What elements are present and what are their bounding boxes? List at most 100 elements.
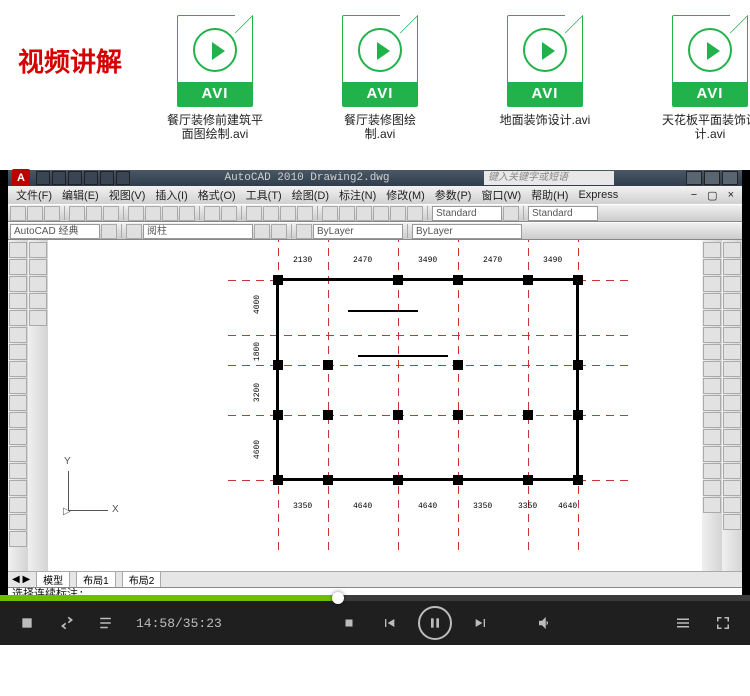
play-pause-button[interactable] <box>418 606 452 640</box>
circle-tool-icon[interactable] <box>9 327 27 343</box>
tb-properties-icon[interactable] <box>322 206 338 221</box>
tb-toolpalette-icon[interactable] <box>356 206 372 221</box>
block-tool-icon[interactable] <box>9 429 27 445</box>
ellipsearc-tool-icon[interactable] <box>9 395 27 411</box>
gradient-tool-icon[interactable] <box>9 480 27 496</box>
doc-restore-icon[interactable]: ▢ <box>703 189 721 202</box>
menu-modify[interactable]: 修改(M) <box>382 187 429 203</box>
dimspace-icon[interactable] <box>723 412 741 428</box>
tb-layerprev-icon[interactable] <box>271 224 287 239</box>
menu-parametric[interactable]: 参数(P) <box>431 187 476 203</box>
dimcontinue-icon[interactable] <box>723 395 741 411</box>
dimtextedit-icon[interactable] <box>723 497 741 513</box>
menu-insert[interactable]: 插入(I) <box>151 187 191 203</box>
explode-tool-icon[interactable] <box>703 497 721 513</box>
dimbaseline-icon[interactable] <box>723 378 741 394</box>
dimbreak-icon[interactable] <box>723 429 741 445</box>
menu-express[interactable]: Express <box>574 189 622 201</box>
qa-new-icon[interactable] <box>36 171 50 185</box>
mirror-tool-icon[interactable] <box>703 276 721 292</box>
fillet-tool-icon[interactable] <box>703 480 721 496</box>
tb-publish-icon[interactable] <box>103 206 119 221</box>
maximize-button[interactable] <box>704 171 720 185</box>
qa-undo-icon[interactable] <box>84 171 98 185</box>
break-tool-icon[interactable] <box>703 429 721 445</box>
video-file-item[interactable]: AVI 地面装饰设计.avi <box>495 15 595 141</box>
menu-help[interactable]: 帮助(H) <box>527 187 572 203</box>
rotate-tool-icon[interactable] <box>703 344 721 360</box>
close-button[interactable] <box>722 171 738 185</box>
workspace-combo[interactable]: AutoCAD 经典 <box>10 224 100 239</box>
video-file-item[interactable]: AVI 天花板平面装饰设计.avi <box>660 15 750 141</box>
chamfer-tool-icon[interactable] <box>703 463 721 479</box>
prev-button[interactable] <box>378 612 400 634</box>
tb-zoomprev-icon[interactable] <box>297 206 313 221</box>
playlist-button[interactable] <box>96 612 118 634</box>
trim-tool-icon[interactable] <box>703 395 721 411</box>
tb-save-icon[interactable] <box>44 206 60 221</box>
menu-edit[interactable]: 编辑(E) <box>58 187 103 203</box>
dimupdate-icon[interactable] <box>723 514 741 530</box>
ellipse-tool-icon[interactable] <box>9 378 27 394</box>
scale-tool-icon[interactable] <box>703 361 721 377</box>
tb-textstyle-icon[interactable] <box>503 206 519 221</box>
stop2-button[interactable] <box>338 612 360 634</box>
order4-icon[interactable] <box>29 293 47 309</box>
video-file-item[interactable]: AVI 餐厅装修图绘制.avi <box>330 15 430 141</box>
tb-zoom-icon[interactable] <box>263 206 279 221</box>
tb-copy-icon[interactable] <box>145 206 161 221</box>
order2-icon[interactable] <box>29 259 47 275</box>
polygon-tool-icon[interactable] <box>9 276 27 292</box>
dimordinate-icon[interactable] <box>723 293 741 309</box>
stretch-tool-icon[interactable] <box>703 378 721 394</box>
doc-minimize-icon[interactable]: − <box>687 189 701 201</box>
qa-open-icon[interactable] <box>52 171 66 185</box>
tb-preview-icon[interactable] <box>86 206 102 221</box>
arc-tool-icon[interactable] <box>9 310 27 326</box>
erase-tool-icon[interactable] <box>703 242 721 258</box>
extend-tool-icon[interactable] <box>703 412 721 428</box>
tab-layout2[interactable]: 布局2 <box>122 571 162 588</box>
textstyle-combo[interactable]: Standard <box>432 206 502 221</box>
table-tool-icon[interactable] <box>9 514 27 530</box>
dimaligned-icon[interactable] <box>723 259 741 275</box>
order3-icon[interactable] <box>29 276 47 292</box>
tb-print-icon[interactable] <box>69 206 85 221</box>
rectangle-tool-icon[interactable] <box>9 293 27 309</box>
tb-undo-icon[interactable] <box>204 206 220 221</box>
volume-button[interactable] <box>534 612 556 634</box>
minimize-button[interactable] <box>686 171 702 185</box>
menu-dimension[interactable]: 标注(N) <box>335 187 380 203</box>
dimstyle-combo[interactable]: Standard <box>528 206 598 221</box>
point-tool-icon[interactable] <box>9 446 27 462</box>
dimdiameter-icon[interactable] <box>723 327 741 343</box>
order1-icon[interactable] <box>29 242 47 258</box>
settings-button[interactable] <box>672 612 694 634</box>
centermark-icon[interactable] <box>723 463 741 479</box>
insert-tool-icon[interactable] <box>9 412 27 428</box>
tb-paste-icon[interactable] <box>162 206 178 221</box>
tb-match-icon[interactable] <box>179 206 195 221</box>
revcloud-tool-icon[interactable] <box>9 344 27 360</box>
loop-button[interactable] <box>56 612 78 634</box>
menu-format[interactable]: 格式(O) <box>194 187 240 203</box>
line-tool-icon[interactable] <box>9 242 27 258</box>
menu-file[interactable]: 文件(F) <box>12 187 56 203</box>
tab-model[interactable]: 模型 <box>36 571 70 588</box>
next-button[interactable] <box>470 612 492 634</box>
doc-close-icon[interactable]: × <box>724 189 738 201</box>
polyline-tool-icon[interactable] <box>9 259 27 275</box>
hatch-tool-icon[interactable] <box>9 463 27 479</box>
tb-pan-icon[interactable] <box>246 206 262 221</box>
tb-sheet-icon[interactable] <box>373 206 389 221</box>
linetype-combo[interactable]: ByLayer <box>412 224 522 239</box>
menu-window[interactable]: 窗口(W) <box>477 187 525 203</box>
offset-tool-icon[interactable] <box>703 293 721 309</box>
copy-tool-icon[interactable] <box>703 259 721 275</box>
text-tool-icon[interactable] <box>9 531 27 547</box>
progress-bar[interactable] <box>0 595 750 601</box>
tb-cut-icon[interactable] <box>128 206 144 221</box>
region-tool-icon[interactable] <box>9 497 27 513</box>
qa-save-icon[interactable] <box>68 171 82 185</box>
qa-print-icon[interactable] <box>116 171 130 185</box>
